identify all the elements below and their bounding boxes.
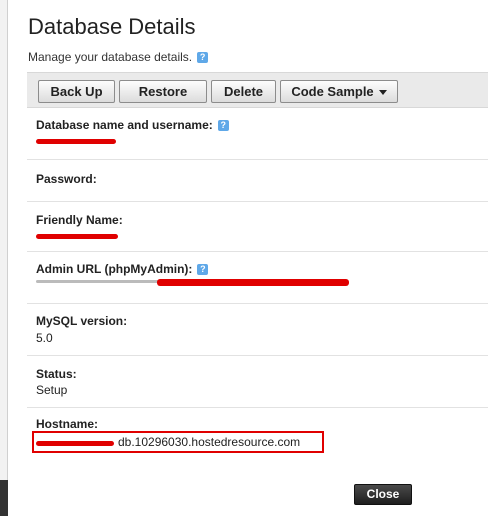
help-icon[interactable]: ? xyxy=(197,51,209,63)
mysql-version-value: 5.0 xyxy=(36,331,53,345)
redaction-mark xyxy=(36,139,116,144)
redacted-url-text xyxy=(36,280,166,283)
background-fragment xyxy=(0,106,8,120)
redaction-mark xyxy=(36,234,118,239)
admin-url-label-text: Admin URL (phpMyAdmin): xyxy=(36,262,193,276)
backup-button-label: Back Up xyxy=(50,84,103,99)
close-button-label: Close xyxy=(366,487,400,501)
backup-button[interactable]: Back Up xyxy=(38,80,115,103)
chevron-down-icon xyxy=(378,90,387,96)
help-icon[interactable]: ? xyxy=(217,119,229,131)
field-label-password: Password: xyxy=(36,172,97,186)
delete-button-label: Delete xyxy=(223,84,264,99)
field-label-hostname: Hostname: xyxy=(36,417,99,431)
field-db-name: Database name and username: ? xyxy=(27,110,488,160)
details-list: Database name and username: ? Password: … xyxy=(27,110,488,458)
redaction-mark xyxy=(157,279,349,286)
field-label-mysql-version: MySQL version: xyxy=(36,314,128,328)
background-page-strip xyxy=(0,0,8,516)
field-mysql-version: MySQL version: 5.0 xyxy=(27,304,488,356)
redaction-mark xyxy=(36,441,114,446)
delete-button[interactable]: Delete xyxy=(211,80,276,103)
close-button[interactable]: Close xyxy=(354,484,412,505)
hostname-highlight-box: db.10296030.hostedresource.com xyxy=(32,431,324,453)
database-details-dialog: Database Details Manage your database de… xyxy=(9,0,488,516)
field-status: Status: Setup xyxy=(27,356,488,408)
code-sample-dropdown-button[interactable]: Code Sample xyxy=(280,80,398,103)
status-value: Setup xyxy=(36,383,68,397)
field-password: Password: xyxy=(27,160,488,202)
background-dark-block xyxy=(0,480,8,516)
dialog-title: Database Details xyxy=(28,14,196,39)
field-label-db-name: Database name and username: ? xyxy=(36,118,229,132)
help-icon[interactable]: ? xyxy=(197,263,209,275)
restore-button-label: Restore xyxy=(138,84,188,99)
action-toolbar: Back Up Restore Delete Code Sample xyxy=(27,72,488,108)
field-label-admin-url: Admin URL (phpMyAdmin): ? xyxy=(36,262,209,276)
field-admin-url: Admin URL (phpMyAdmin): ? xyxy=(27,252,488,304)
field-hostname: Hostname: db.10296030.hostedresource.com xyxy=(27,408,488,458)
background-fragment xyxy=(0,88,8,102)
subtitle-text: Manage your database details. xyxy=(28,50,193,64)
db-name-label-text: Database name and username: xyxy=(36,118,213,132)
hostname-value: db.10296030.hostedresource.com xyxy=(118,435,301,449)
dialog-subtitle: Manage your database details. ? xyxy=(28,50,209,64)
code-sample-button-label: Code Sample xyxy=(291,84,374,99)
field-label-status: Status: xyxy=(36,367,77,381)
restore-button[interactable]: Restore xyxy=(119,80,207,103)
field-friendly-name: Friendly Name: xyxy=(27,202,488,252)
background-fragment xyxy=(0,30,8,44)
field-label-friendly-name: Friendly Name: xyxy=(36,213,123,227)
